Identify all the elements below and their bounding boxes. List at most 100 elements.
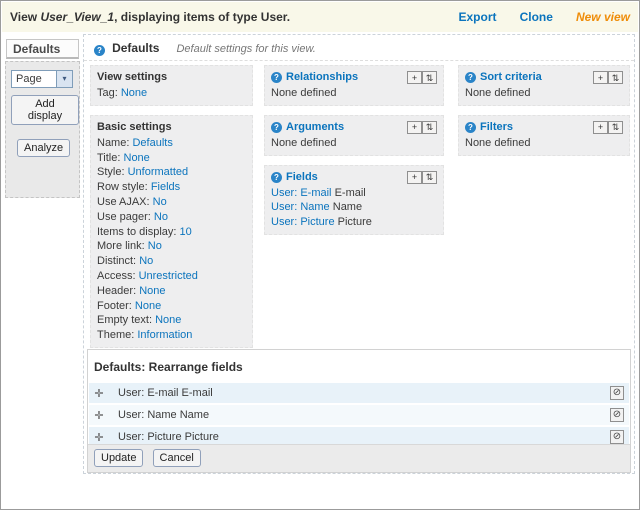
drag-handle-icon[interactable]: ✛	[92, 409, 106, 422]
setting-value-link[interactable]: Defaults	[132, 137, 172, 149]
field-label: E-mail	[334, 186, 366, 199]
setting-label: Empty text:	[97, 314, 153, 327]
setting-label: Footer:	[97, 299, 132, 312]
setting-label: Use pager:	[97, 210, 151, 223]
add-display-button[interactable]: Add display	[11, 95, 79, 125]
sort-criteria-header: ? Sort criteria + ⇅	[465, 70, 623, 85]
setting-row: Style: Unformatted	[97, 165, 246, 180]
remove-field-icon[interactable]: ⊘	[610, 430, 624, 444]
field-link[interactable]: User: Picture	[271, 216, 335, 228]
setting-row: Row style: Fields	[97, 180, 246, 195]
display-subtitle: Default settings for this view.	[176, 43, 316, 55]
filters-header: ? Filters + ⇅	[465, 120, 623, 135]
setting-value-link[interactable]: None	[155, 314, 181, 326]
setting-row: Empty text: None	[97, 313, 246, 328]
help-icon[interactable]: ?	[271, 72, 282, 83]
filters-title-link[interactable]: Filters	[480, 120, 513, 135]
help-icon[interactable]: ?	[465, 72, 476, 83]
arguments-box: ? Arguments + ⇅ None defined	[264, 114, 444, 156]
setting-label: Name:	[97, 136, 130, 149]
help-icon[interactable]: ?	[465, 121, 476, 133]
filters-empty-text: None defined	[465, 136, 531, 149]
filters-actions: + ⇅	[593, 120, 623, 134]
title-suffix: , displaying items of type User.	[114, 10, 291, 24]
rearrange-sorts-button[interactable]: ⇅	[608, 71, 623, 84]
arguments-title-link[interactable]: Arguments	[286, 120, 344, 135]
drag-handle-icon[interactable]: ✛	[92, 431, 106, 444]
display-settings-panel: ? Defaults Default settings for this vie…	[83, 34, 635, 474]
setting-label: Access:	[97, 269, 136, 282]
setting-value-link[interactable]: Unformatted	[128, 166, 189, 178]
page-title: View User_View_1, displaying items of ty…	[10, 10, 290, 24]
sort-criteria-box: ? Sort criteria + ⇅ None defined	[458, 65, 630, 106]
setting-row: Access: Unrestricted	[97, 269, 246, 284]
add-argument-button[interactable]: +	[407, 120, 422, 134]
setting-row: Use pager: No	[97, 210, 246, 225]
arguments-empty-text: None defined	[271, 136, 337, 149]
arguments-header: ? Arguments + ⇅	[271, 120, 437, 135]
setting-row: More link: No	[97, 239, 246, 254]
setting-value-link[interactable]: None	[121, 87, 147, 99]
drag-handle-icon[interactable]: ✛	[92, 387, 106, 400]
setting-value-link[interactable]: No	[154, 211, 168, 223]
fields-title-link[interactable]: Fields	[286, 170, 318, 185]
cancel-button[interactable]: Cancel	[152, 449, 201, 467]
rearrange-row-label: User: Name Name	[118, 409, 210, 421]
setting-value-link[interactable]: No	[153, 196, 167, 208]
chevron-down-icon: ▾	[56, 71, 72, 87]
display-title: Defaults	[112, 41, 160, 55]
relationships-box: ? Relationships + ⇅ None defined	[264, 65, 444, 106]
help-icon[interactable]: ?	[271, 121, 282, 133]
help-icon[interactable]: ?	[94, 45, 105, 56]
field-label: Picture	[337, 216, 372, 229]
fields-actions: + ⇅	[407, 170, 437, 184]
remove-field-icon[interactable]: ⊘	[610, 408, 624, 422]
setting-value-link[interactable]: 10	[180, 226, 192, 238]
display-type-select[interactable]: Page ▾	[11, 70, 73, 88]
setting-row: Tag: None	[97, 86, 246, 101]
view-settings-box: View settings Tag: None	[90, 65, 253, 106]
setting-row: Distinct: No	[97, 254, 246, 269]
field-link[interactable]: User: E-mail	[271, 187, 332, 199]
setting-value-link[interactable]: No	[139, 255, 153, 267]
add-relationship-button[interactable]: +	[407, 71, 422, 84]
arguments-actions: + ⇅	[407, 120, 437, 134]
sort-criteria-empty-text: None defined	[465, 87, 531, 99]
setting-value-link[interactable]: Fields	[151, 181, 180, 193]
add-field-button[interactable]: +	[407, 170, 422, 184]
new-view-link[interactable]: New view	[576, 10, 630, 24]
clone-link[interactable]: Clone	[520, 10, 553, 24]
display-controls-panel: Page ▾ Add display Analyze	[5, 61, 80, 198]
add-filter-button[interactable]: +	[593, 120, 608, 134]
analyze-button[interactable]: Analyze	[17, 139, 71, 157]
update-button[interactable]: Update	[94, 449, 144, 467]
setting-value-link[interactable]: None	[135, 300, 161, 312]
setting-label: Use AJAX:	[97, 195, 150, 208]
setting-value-link[interactable]: No	[148, 240, 162, 252]
rearrange-relationships-button[interactable]: ⇅	[422, 71, 437, 84]
title-prefix: View	[10, 10, 41, 24]
rearrange-footer: Update Cancel	[88, 444, 630, 472]
setting-value-link[interactable]: Information	[137, 329, 192, 341]
setting-label: Tag:	[97, 87, 118, 99]
rearrange-fields-button[interactable]: ⇅	[422, 170, 437, 184]
setting-label: Distinct:	[97, 255, 137, 268]
fields-box: ? Fields + ⇅ User: E-mail E-mail User: N…	[264, 164, 444, 235]
sort-criteria-title-link[interactable]: Sort criteria	[480, 70, 542, 85]
remove-field-icon[interactable]: ⊘	[610, 386, 624, 400]
add-sort-button[interactable]: +	[593, 71, 608, 84]
relationships-title-link[interactable]: Relationships	[286, 70, 358, 85]
rearrange-filters-button[interactable]: ⇅	[608, 120, 623, 134]
setting-value-link[interactable]: None	[124, 152, 150, 164]
export-link[interactable]: Export	[458, 10, 496, 24]
setting-value-link[interactable]: Unrestricted	[139, 270, 198, 282]
display-tab-defaults[interactable]: Defaults	[6, 39, 79, 59]
field-link[interactable]: User: Name	[271, 201, 330, 213]
setting-label: Items to display:	[97, 225, 177, 238]
setting-value-link[interactable]: None	[139, 285, 165, 297]
setting-row: Footer: None	[97, 299, 246, 314]
rearrange-arguments-button[interactable]: ⇅	[422, 120, 437, 134]
relationships-empty-text: None defined	[271, 87, 337, 99]
help-icon[interactable]: ?	[271, 171, 282, 183]
rearrange-fields-panel: Defaults: Rearrange fields ✛ User: E-mai…	[87, 349, 631, 473]
